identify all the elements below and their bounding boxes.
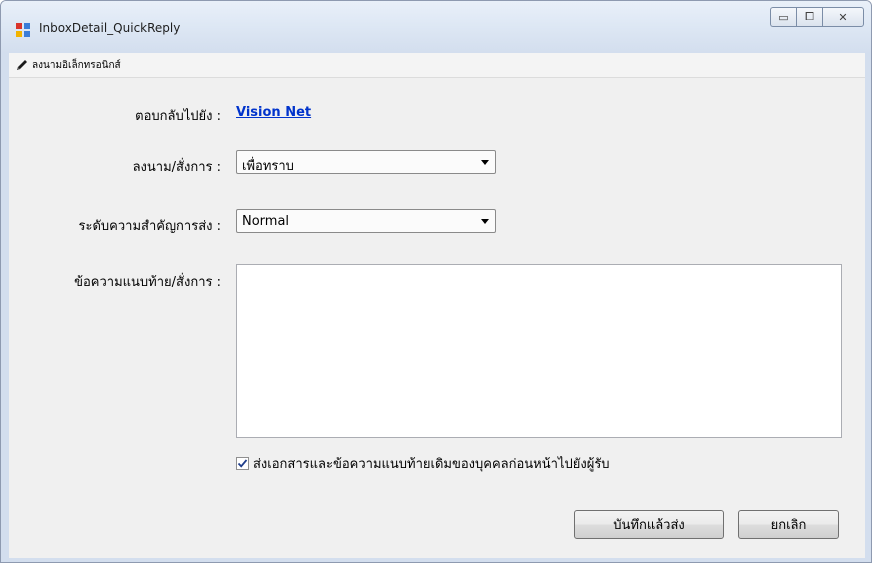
menu-bar: ลงนามอิเล็กทรอนิกส์ <box>9 53 865 78</box>
caption-buttons: ▭ ⧠ ✕ <box>770 7 864 27</box>
save-send-button[interactable]: บันทึกแล้วส่ง <box>574 510 724 539</box>
minimize-button[interactable]: ▭ <box>770 7 796 27</box>
forward-checkbox[interactable] <box>236 457 249 470</box>
message-textarea[interactable] <box>236 264 842 438</box>
sign-order-label: ลงนาม/สั่งการ : <box>132 160 221 175</box>
priority-value: Normal <box>242 214 290 229</box>
title-bar[interactable]: InboxDetail_QuickReply ▭ ⧠ ✕ <box>1 1 871 53</box>
quick-reply-window: InboxDetail_QuickReply ▭ ⧠ ✕ ลงนามอิเล็ก… <box>0 0 872 563</box>
message-label: ข้อความแนบท้าย/สั่งการ : <box>74 275 221 290</box>
maximize-icon: ⧠ <box>805 10 814 23</box>
chevron-down-icon <box>481 219 489 224</box>
menu-item-e-signature[interactable]: ลงนามอิเล็กทรอนิกส์ <box>15 56 121 74</box>
cancel-button[interactable]: ยกเลิก <box>738 510 839 539</box>
pen-icon <box>17 60 27 70</box>
window-border-left <box>1 53 9 562</box>
priority-dropdown[interactable]: Normal <box>236 209 496 233</box>
priority-label: ระดับความสำคัญการส่ง : <box>78 219 221 234</box>
forward-checkbox-label: ส่งเอกสารและข้อความแนบท้ายเดิมของบุคคลก่… <box>253 457 610 472</box>
sign-order-dropdown[interactable]: เพื่อทราบ <box>236 150 496 174</box>
menu-item-label: ลงนามอิเล็กทรอนิกส์ <box>32 59 121 71</box>
forward-checkbox-row[interactable]: ส่งเอกสารและข้อความแนบท้ายเดิมของบุคคลก่… <box>236 453 610 474</box>
close-icon: ✕ <box>838 10 848 24</box>
minimize-icon: ▭ <box>778 10 789 24</box>
chevron-down-icon <box>481 160 489 165</box>
window-title: InboxDetail_QuickReply <box>39 21 181 35</box>
maximize-button[interactable]: ⧠ <box>796 7 822 27</box>
app-icon <box>16 23 30 37</box>
sign-order-value: เพื่อทราบ <box>242 159 294 174</box>
reply-to-link[interactable]: Vision Net <box>236 105 311 120</box>
close-button[interactable]: ✕ <box>822 7 864 27</box>
form-area: ตอบกลับไปยัง : Vision Net ลงนาม/สั่งการ … <box>9 78 865 558</box>
checkmark-icon <box>237 459 248 468</box>
reply-to-label: ตอบกลับไปยัง : <box>135 109 221 124</box>
